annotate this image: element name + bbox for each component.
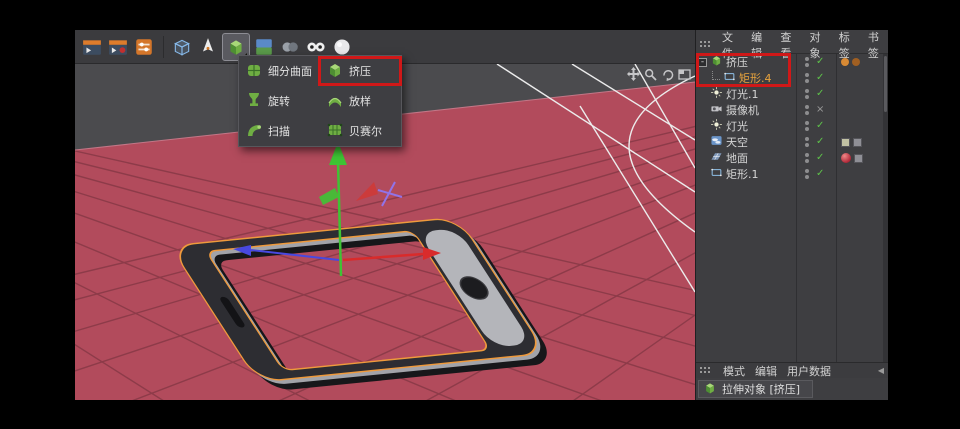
enabled-check-icon[interactable]: ✓ — [816, 89, 824, 99]
extrude-icon — [710, 54, 723, 70]
sweep-icon — [245, 121, 263, 142]
tag-icon[interactable] — [841, 58, 849, 66]
compositing-tag-icon[interactable] — [841, 138, 850, 147]
menu-item-label: 挤压 — [349, 63, 371, 79]
object-list: - 挤压 ✓ 矩形.4 ✓ — [696, 54, 888, 362]
tag-icon[interactable] — [852, 58, 860, 66]
panel-drag-handle-icon[interactable] — [700, 41, 711, 48]
loft-icon — [326, 91, 344, 112]
attribute-manager-menubar: 模式 编辑 用户数据 ◀ — [696, 362, 888, 378]
am-tab-edit[interactable]: 编辑 — [755, 363, 777, 379]
subdivision-surface-icon — [245, 61, 263, 82]
cube-icon[interactable] — [170, 35, 194, 59]
visibility-dots[interactable] — [805, 73, 809, 83]
tag-icon[interactable] — [853, 138, 862, 147]
rotate-icon[interactable] — [660, 67, 674, 81]
menu-item-bezier[interactable]: 贝赛尔 — [320, 116, 401, 146]
cinema4d-window: 细分曲面 挤压 旋转 放样 扫描 贝赛尔 — [75, 30, 888, 400]
visibility-dots[interactable] — [805, 169, 809, 179]
object-row-rectangle4[interactable]: 矩形.4 ✓ — [696, 70, 888, 86]
menu-item-subdivision-surface[interactable]: 细分曲面 — [239, 56, 320, 86]
lathe-icon — [245, 91, 263, 112]
visibility-dots[interactable] — [805, 89, 809, 99]
zoom-icon[interactable] — [643, 67, 657, 81]
floor-icon — [710, 150, 723, 166]
visibility-dots[interactable] — [805, 137, 809, 147]
object-row-floor[interactable]: 地面 ✓ — [696, 150, 888, 166]
bezier-icon — [326, 121, 344, 142]
am-tab-userdata[interactable]: 用户数据 — [787, 363, 831, 379]
extrude-icon — [326, 61, 344, 82]
selected-object-label: 拉伸对象 [挤压] — [722, 381, 800, 397]
light-icon — [710, 118, 723, 134]
screenshot-stage: 细分曲面 挤压 旋转 放样 扫描 贝赛尔 — [0, 0, 960, 429]
menu-item-loft[interactable]: 放样 — [320, 86, 401, 116]
light-icon — [710, 86, 723, 102]
panel-drag-handle-icon[interactable] — [700, 367, 711, 374]
object-row-sky[interactable]: 天空 ✓ — [696, 134, 888, 150]
column-divider — [796, 54, 797, 362]
viewport-nav — [626, 67, 691, 81]
camera-icon — [710, 102, 723, 118]
menu-item-lathe[interactable]: 旋转 — [239, 86, 320, 116]
object-manager-menubar: 文件 编辑 查看 对象 标签 书签 — [696, 36, 888, 54]
pen-icon[interactable] — [196, 35, 220, 59]
visibility-dots[interactable] — [805, 105, 809, 115]
render-view-icon[interactable] — [80, 35, 104, 59]
column-divider — [836, 54, 837, 362]
menu-item-label: 扫描 — [268, 123, 290, 139]
tree-branch — [712, 71, 720, 80]
sky-icon — [710, 134, 723, 150]
pan-icon[interactable] — [626, 67, 640, 81]
visibility-dots[interactable] — [805, 57, 809, 67]
enabled-check-icon[interactable]: ✓ — [816, 121, 824, 131]
panel-menu-icon[interactable]: ◀ — [878, 366, 884, 375]
render-settings-icon[interactable] — [106, 35, 130, 59]
red-material-tag-icon[interactable] — [841, 153, 851, 163]
scrollbar[interactable] — [883, 54, 888, 362]
edit-rendersettings-icon[interactable] — [132, 35, 156, 59]
menu-item-label: 贝赛尔 — [349, 123, 382, 139]
menu-item-sweep[interactable]: 扫描 — [239, 116, 320, 146]
enabled-check-icon[interactable]: ✓ — [816, 137, 824, 147]
object-manager-panel: 文件 编辑 查看 对象 标签 书签 - 挤压 ✓ — [695, 30, 888, 400]
object-row-rectangle1[interactable]: 矩形.1 ✓ — [696, 166, 888, 182]
menu-item-label: 细分曲面 — [268, 63, 312, 79]
menu-item-label: 放样 — [349, 93, 371, 109]
menu-item-label: 旋转 — [268, 93, 290, 109]
object-row-camera[interactable]: 摄像机 × — [696, 102, 888, 118]
selected-object-field[interactable]: 拉伸对象 [挤压] — [698, 380, 813, 398]
expander-icon[interactable]: - — [698, 58, 707, 67]
object-row-light1[interactable]: 灯光.1 ✓ — [696, 86, 888, 102]
menu-item-extrude[interactable]: 挤压 — [320, 56, 401, 86]
visibility-dots[interactable] — [805, 153, 809, 163]
rectangle-spline-icon — [723, 70, 736, 86]
object-row-light[interactable]: 灯光 ✓ — [696, 118, 888, 134]
tag-icon[interactable] — [854, 154, 863, 163]
rectangle-spline-icon — [710, 166, 723, 182]
enabled-check-icon[interactable]: ✓ — [816, 57, 824, 67]
extrude-icon — [703, 381, 717, 398]
toolbar-separator — [158, 36, 164, 58]
enabled-check-icon[interactable]: ✓ — [816, 153, 824, 163]
view-toggle-icon[interactable] — [677, 67, 691, 81]
am-tab-mode[interactable]: 模式 — [723, 363, 745, 379]
disabled-cross-icon[interactable]: × — [816, 105, 824, 115]
object-row-extrude[interactable]: - 挤压 ✓ — [696, 54, 888, 70]
visibility-dots[interactable] — [805, 121, 809, 131]
enabled-check-icon[interactable]: ✓ — [816, 169, 824, 179]
generators-menu: 细分曲面 挤压 旋转 放样 扫描 贝赛尔 — [238, 55, 402, 147]
enabled-check-icon[interactable]: ✓ — [816, 73, 824, 83]
